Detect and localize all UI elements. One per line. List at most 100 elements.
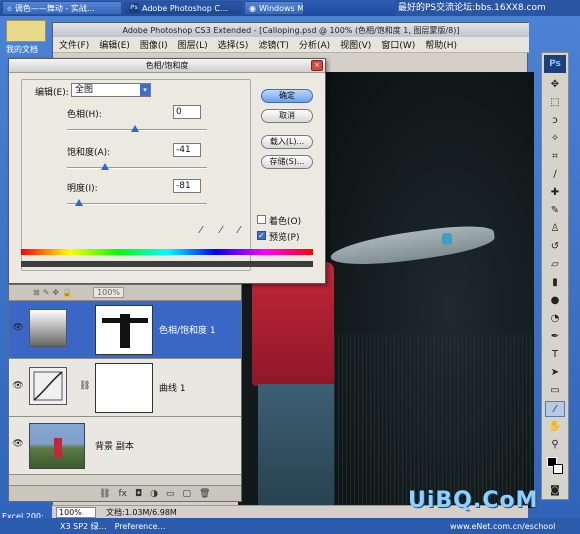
add-mask-icon[interactable]: ◘ xyxy=(135,489,142,499)
taskbar-item-media[interactable]: ◉ Windows M… xyxy=(244,1,304,15)
menu-view[interactable]: 视图(V) xyxy=(340,38,371,51)
taskbar-item-label: Windows M… xyxy=(258,3,304,13)
sp2-label[interactable]: X3 SP2 绿… xyxy=(60,521,107,532)
hue-slider-thumb[interactable] xyxy=(131,125,139,132)
hue-label: 色相(H): xyxy=(67,110,102,120)
colorize-label: 着色(O) xyxy=(269,217,302,227)
layer-mask-thumbnail[interactable] xyxy=(95,363,153,413)
menu-window[interactable]: 窗口(W) xyxy=(381,38,415,51)
new-layer-icon[interactable]: ▢ xyxy=(182,489,191,499)
layer-row-curves[interactable]: 👁 ⛓ 曲线 1 xyxy=(9,359,241,417)
layer-mask-thumbnail[interactable] xyxy=(95,305,153,355)
gradient-tool-icon[interactable]: ▮ xyxy=(545,275,565,291)
brush-tool-icon[interactable]: ✎ xyxy=(545,203,565,219)
save-button[interactable]: 存储(S)... xyxy=(261,155,313,169)
eye-icon[interactable]: 👁 xyxy=(12,323,24,333)
layer-name: 曲线 1 xyxy=(159,384,186,394)
menu-file[interactable]: 文件(F) xyxy=(59,38,89,51)
taskbar-item-label: Adobe Photoshop C… xyxy=(142,3,229,13)
eye-icon[interactable]: 👁 xyxy=(12,439,24,449)
shape-tool-icon[interactable]: ▭ xyxy=(545,383,565,399)
saturation-label: 饱和度(A): xyxy=(67,148,111,158)
lightness-slider-track[interactable] xyxy=(67,203,207,205)
eyedropper-tool-icon[interactable]: ⁄ xyxy=(545,401,565,417)
menu-filter[interactable]: 滤镜(T) xyxy=(258,38,289,51)
lock-transparency-icon[interactable]: ⊠ xyxy=(33,288,40,297)
move-tool-icon[interactable]: ✥ xyxy=(545,77,565,93)
taskbar-item-browser[interactable]: e 调色——舞动 - 实战… xyxy=(2,1,122,15)
dialog-title: 色相/饱和度 xyxy=(9,59,325,73)
dodge-tool-icon[interactable]: ◔ xyxy=(545,311,565,327)
preference-label[interactable]: Preference… xyxy=(115,522,166,531)
eye-icon[interactable]: 👁 xyxy=(12,381,24,391)
ok-button[interactable]: 确定 xyxy=(261,89,313,103)
lasso-tool-icon[interactable]: ↄ xyxy=(545,113,565,129)
document-canvas[interactable] xyxy=(322,72,534,508)
close-icon[interactable]: × xyxy=(311,60,323,71)
trash-icon[interactable]: 🗑 xyxy=(199,489,210,499)
hue-input[interactable]: 0 xyxy=(173,105,201,119)
color-swatches-icon[interactable] xyxy=(545,455,565,479)
layers-options-bar: ⊠ ✎ ✥ 🔒 100% xyxy=(9,285,241,301)
menu-help[interactable]: 帮助(H) xyxy=(425,38,457,51)
my-documents-label[interactable]: 我的文档 xyxy=(6,44,38,55)
saturation-input[interactable]: -41 xyxy=(173,143,201,157)
zoom-field[interactable]: 100% xyxy=(56,506,96,518)
layer-row-hue-saturation[interactable]: 👁 色相/饱和度 1 xyxy=(9,301,241,359)
cancel-button[interactable]: 取消 xyxy=(261,109,313,123)
watermark-logo: UiBQ.CoM xyxy=(408,488,539,513)
pen-tool-icon[interactable]: ✒ xyxy=(545,329,565,345)
link-layers-icon[interactable]: ⛓ xyxy=(99,489,110,499)
menu-layer[interactable]: 图层(L) xyxy=(178,38,208,51)
hue-spectrum-bar xyxy=(21,249,313,255)
edit-select[interactable]: 全图 ▾ xyxy=(71,83,151,97)
layers-footer: ⛓ fx ◘ ◑ ▭ ▢ 🗑 xyxy=(9,485,241,501)
eyedropper-plus-icon[interactable]: ⁄ xyxy=(215,225,227,237)
stamp-tool-icon[interactable]: ♙ xyxy=(545,221,565,237)
chain-link-icon[interactable]: ⛓ xyxy=(79,381,90,391)
edit-label: 编辑(E): xyxy=(35,88,69,98)
preview-label: 预览(P) xyxy=(269,233,300,243)
load-button[interactable]: 载入(L)... xyxy=(261,135,313,149)
saturation-slider-thumb[interactable] xyxy=(101,163,109,170)
new-group-icon[interactable]: ▭ xyxy=(166,489,175,499)
ps-icon: Ps xyxy=(129,3,139,13)
adjustment-layer-button-icon[interactable]: ◑ xyxy=(150,489,158,499)
marquee-tool-icon[interactable]: ⬚ xyxy=(545,95,565,111)
slice-tool-icon[interactable]: ∕ xyxy=(545,167,565,183)
menu-edit[interactable]: 编辑(E) xyxy=(99,38,130,51)
blur-tool-icon[interactable]: ● xyxy=(545,293,565,309)
window-title: Adobe Photoshop CS3 Extended - [Callopin… xyxy=(53,23,529,37)
healing-brush-icon[interactable]: ✚ xyxy=(545,185,565,201)
lock-move-icon[interactable]: ✥ xyxy=(52,288,59,297)
lightness-input[interactable]: -81 xyxy=(173,179,201,193)
preview-checkbox[interactable]: ✓ xyxy=(257,231,266,240)
eyedropper-minus-icon[interactable]: ⁄ xyxy=(233,225,245,237)
lock-all-icon[interactable]: 🔒 xyxy=(62,288,72,297)
eyedropper-icon[interactable]: ⁄ xyxy=(195,225,207,237)
path-select-icon[interactable]: ➤ xyxy=(545,365,565,381)
eraser-tool-icon[interactable]: ▱ xyxy=(545,257,565,273)
lock-brush-icon[interactable]: ✎ xyxy=(43,288,50,297)
colorize-checkbox[interactable] xyxy=(257,215,266,224)
taskbar-item-photoshop[interactable]: Ps Adobe Photoshop C… xyxy=(124,1,242,15)
folder-icon[interactable] xyxy=(6,20,46,42)
crop-tool-icon[interactable]: ⌗ xyxy=(545,149,565,165)
layers-panel: ⊠ ✎ ✥ 🔒 100% 👁 色相/饱和度 1 👁 ⛓ 曲线 1 👁 背景 副本… xyxy=(8,284,242,502)
adjusted-spectrum-bar xyxy=(21,261,313,267)
menu-analysis[interactable]: 分析(A) xyxy=(299,38,330,51)
figure-jeans xyxy=(258,384,334,508)
type-tool-icon[interactable]: T xyxy=(545,347,565,363)
layer-row-background-copy[interactable]: 👁 背景 副本 xyxy=(9,417,241,475)
fill-opacity[interactable]: 100% xyxy=(93,287,124,298)
zoom-tool-icon[interactable]: ⚲ xyxy=(545,437,565,453)
menu-select[interactable]: 选择(S) xyxy=(218,38,249,51)
magic-wand-icon[interactable]: ✧ xyxy=(545,131,565,147)
lightness-slider-thumb[interactable] xyxy=(75,199,83,206)
hue-saturation-dialog: 色相/饱和度 × 编辑(E): 全图 ▾ 色相(H): 0 饱和度(A): -4… xyxy=(8,58,326,284)
history-brush-icon[interactable]: ↺ xyxy=(545,239,565,255)
fx-icon[interactable]: fx xyxy=(118,489,127,499)
saturation-slider-track[interactable] xyxy=(67,167,207,169)
menu-image[interactable]: 图像(I) xyxy=(140,38,168,51)
hand-tool-icon[interactable]: ✋ xyxy=(545,419,565,435)
